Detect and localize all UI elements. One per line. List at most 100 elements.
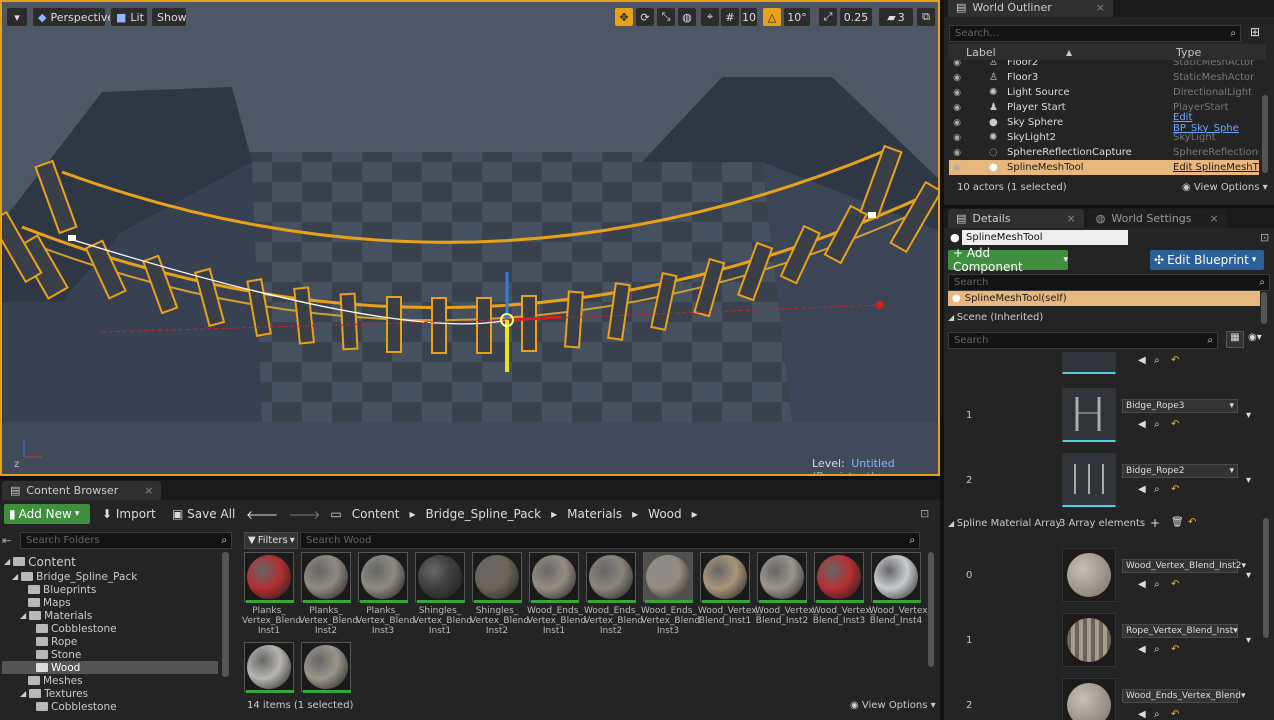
world-space-icon[interactable]: ◍ xyxy=(677,7,697,27)
chevron-down-icon[interactable]: ▾ xyxy=(1246,410,1251,421)
browse-icon[interactable]: ⌕ xyxy=(1154,579,1160,590)
tree-item[interactable]: ◢ Textures xyxy=(20,687,88,700)
camera-speed-button[interactable]: ▰ 3 xyxy=(878,7,914,27)
eye-icon[interactable]: ◉ xyxy=(949,148,965,158)
search-folders-input[interactable]: Search Folders ⌕ xyxy=(20,532,232,549)
show-button[interactable]: Show xyxy=(151,7,187,27)
tree-item[interactable]: ◢ Content xyxy=(4,555,76,569)
tree-item[interactable]: Blueprints xyxy=(28,583,96,596)
angle-snap-value[interactable]: 10° xyxy=(783,7,811,27)
asset-tile[interactable] xyxy=(301,642,351,692)
outliner-scrollbar[interactable] xyxy=(1262,95,1268,173)
use-selected-icon[interactable]: ◀ xyxy=(1138,355,1146,366)
lock-icon[interactable]: ⊡ xyxy=(920,507,929,520)
collapse-sources-icon[interactable]: ⇤ xyxy=(2,534,11,547)
use-selected-icon[interactable]: ◀ xyxy=(1138,709,1146,720)
asset-tile[interactable] xyxy=(244,642,294,692)
reset-icon[interactable]: ↶ xyxy=(1171,355,1179,366)
browse-icon[interactable]: ⌕ xyxy=(1154,484,1160,495)
asset-tile[interactable] xyxy=(586,552,636,602)
asset-tile-selected[interactable] xyxy=(643,552,693,602)
tab-content-browser[interactable]: ▤ Content Browser × xyxy=(2,481,162,500)
reset-icon[interactable]: ↶ xyxy=(1171,709,1179,720)
asset-tile[interactable] xyxy=(871,552,921,602)
reset-icon[interactable]: ↶ xyxy=(1188,517,1196,528)
level-viewport[interactable]: z ▾ ◆ Perspective ■ Lit Show ✥ ⟳ ⤡ ◍ ⌖ # 1… xyxy=(0,0,940,476)
content-view-options[interactable]: ◉ View Options ▾ xyxy=(850,700,936,711)
eye-icon[interactable]: ◉ xyxy=(949,103,965,113)
mesh-dropdown[interactable]: Bidge_Rope3 ▾ xyxy=(1122,399,1238,413)
tree-item[interactable]: Cobblestone xyxy=(36,622,117,635)
reset-icon[interactable]: ↶ xyxy=(1171,579,1179,590)
asset-tile[interactable] xyxy=(529,552,579,602)
tree-item[interactable]: ◢ Bridge_Spline_Pack xyxy=(12,570,137,583)
tree-item-selected[interactable]: Wood xyxy=(2,661,218,674)
tree-item[interactable]: Stone xyxy=(36,648,81,661)
asset-tile[interactable] xyxy=(415,552,465,602)
eye-icon[interactable]: ◉ xyxy=(949,118,965,128)
components-scrollbar[interactable] xyxy=(1261,292,1267,324)
back-arrow-icon[interactable]: 🡐 xyxy=(246,507,278,522)
asset-tile[interactable] xyxy=(358,552,408,602)
browse-icon[interactable]: ⌕ xyxy=(1154,355,1160,366)
eye-icon[interactable]: ◉ xyxy=(949,88,965,98)
eye-icon[interactable]: ◉ xyxy=(949,163,965,173)
browse-icon[interactable]: ⌕ xyxy=(1154,644,1160,655)
component-scene-item[interactable]: ◢ Scene (Inherited) xyxy=(948,312,1043,323)
outliner-row[interactable]: ◉ ● Sky Sphere Edit BP_Sky_Sphe xyxy=(949,112,1259,134)
translate-tool-icon[interactable]: ✥ xyxy=(614,7,634,27)
chevron-down-icon[interactable]: ▾ xyxy=(1246,570,1251,581)
material-dropdown[interactable]: Wood_Vertex_Blend_Inst2 ▾ xyxy=(1122,559,1246,573)
viewport-options-button[interactable]: ▾ xyxy=(6,7,28,27)
outliner-view-options[interactable]: ◉ View Options ▾ xyxy=(1182,182,1268,193)
outliner-search-input[interactable]: Search... ⌕ xyxy=(949,25,1241,42)
add-element-icon[interactable]: + xyxy=(1150,516,1160,530)
grid-snap-icon[interactable]: # xyxy=(720,7,740,27)
maximize-viewport-icon[interactable]: ⧉ xyxy=(916,7,936,27)
eye-icon[interactable]: ◉ xyxy=(949,73,965,83)
use-selected-icon[interactable]: ◀ xyxy=(1138,419,1146,430)
chevron-down-icon[interactable]: ▾ xyxy=(1246,475,1251,486)
asset-tile[interactable] xyxy=(472,552,522,602)
close-icon[interactable]: × xyxy=(1067,212,1076,225)
material-dropdown[interactable]: Wood_Ends_Vertex_Blend ▾ xyxy=(1122,689,1245,703)
outliner-row-selected[interactable]: ◉ ● SplineMeshTool Edit SplineMeshT xyxy=(949,160,1259,175)
outliner-row[interactable]: ◉ ◌ SphereReflectionCapture SphereReflectio… xyxy=(949,145,1259,160)
details-view-options-icon[interactable]: ◉▾ xyxy=(1248,332,1262,343)
property-matrix-icon[interactable]: ▦ xyxy=(1226,331,1244,348)
component-self-item[interactable]: ● SplineMeshTool(self) xyxy=(948,291,1260,306)
mesh-dropdown[interactable]: Bidge_Rope2 ▾ xyxy=(1122,464,1238,478)
outliner-row[interactable]: ◉ ✺ Light Source DirectionalLight xyxy=(949,85,1259,100)
asset-tile[interactable] xyxy=(814,552,864,602)
filters-button[interactable]: ▼ Filters ▾ xyxy=(244,532,298,549)
trash-icon[interactable]: 🗑 xyxy=(1171,517,1184,528)
add-component-button[interactable]: + Add Component ▾ xyxy=(948,246,1068,274)
reset-icon[interactable]: ↶ xyxy=(1171,644,1179,655)
tree-item[interactable]: Rope xyxy=(36,635,77,648)
outliner-row[interactable]: ◉ ✺ SkyLight2 SkyLight xyxy=(949,130,1259,145)
lit-button[interactable]: ■ Lit xyxy=(110,7,148,27)
details-search-input[interactable]: Search ⌕ xyxy=(948,332,1218,349)
scale-snap-value[interactable]: 0.25 xyxy=(839,7,873,27)
close-icon[interactable]: × xyxy=(144,484,153,497)
search-assets-input[interactable]: Search Wood ⌕ xyxy=(300,532,920,549)
breadcrumb-item[interactable]: Bridge_Spline_Pack xyxy=(425,507,541,521)
tree-item[interactable]: Meshes xyxy=(28,674,83,687)
folder-tree-scrollbar[interactable] xyxy=(222,552,229,677)
use-selected-icon[interactable]: ◀ xyxy=(1138,644,1146,655)
edit-blueprint-button[interactable]: ✣ Edit Blueprint ▾ xyxy=(1150,250,1264,270)
add-new-button[interactable]: ▮ Add New ▾ xyxy=(4,504,90,524)
spline-material-array-label[interactable]: ◢ Spline Material Array xyxy=(948,518,1061,529)
reset-icon[interactable]: ↶ xyxy=(1171,419,1179,430)
asset-tile[interactable] xyxy=(700,552,750,602)
tab-world-outliner[interactable]: ▤ World Outliner × xyxy=(948,0,1113,17)
actor-name-field[interactable]: SplineMeshTool xyxy=(962,230,1128,245)
outliner-row[interactable]: ◉ ♙ Floor3 StaticMeshActor xyxy=(949,70,1259,85)
asset-grid-scrollbar[interactable] xyxy=(928,552,934,667)
asset-tile[interactable] xyxy=(301,552,351,602)
import-button[interactable]: ⬇ Import xyxy=(102,507,156,521)
surface-snap-icon[interactable]: ⌖ xyxy=(700,7,720,27)
tab-details[interactable]: ▤ Details × xyxy=(948,209,1084,228)
breadcrumb-item[interactable]: Wood xyxy=(648,507,681,521)
tree-item[interactable]: Maps xyxy=(28,596,71,609)
